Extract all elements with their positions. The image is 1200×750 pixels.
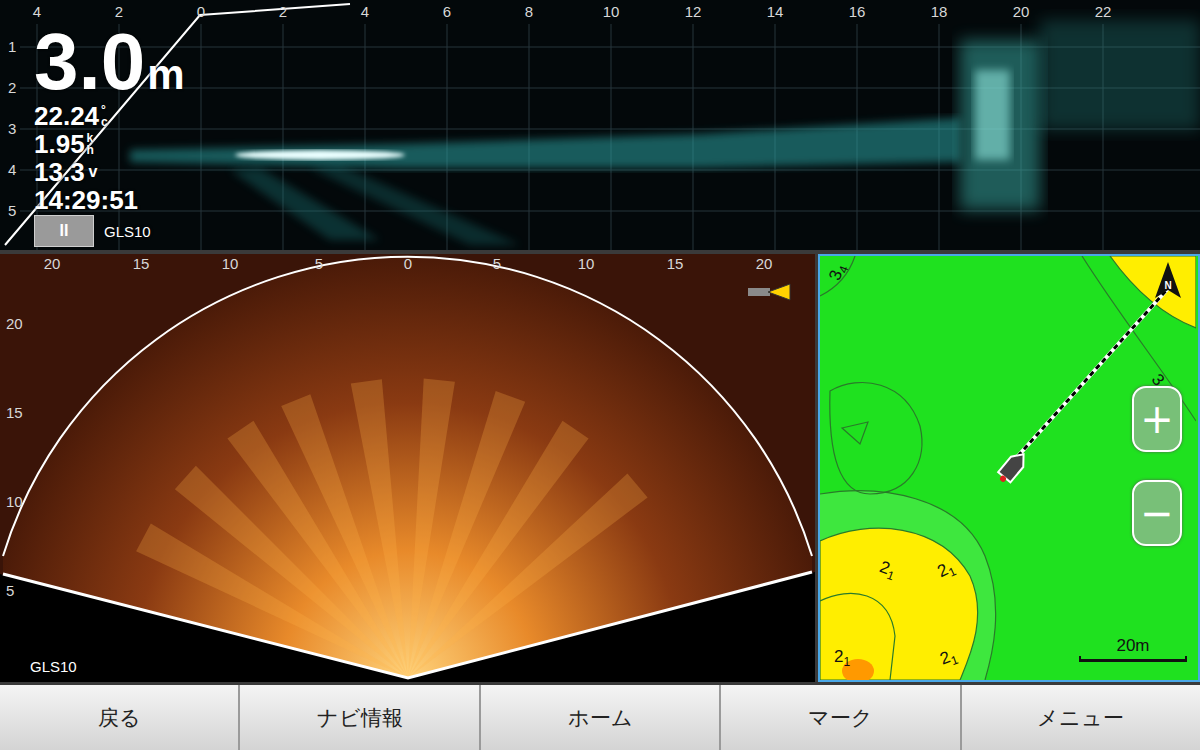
readouts: 3.0m22.24°c1.95kh13.3v14:29:51II GLS10: [34, 22, 185, 248]
map-panel: N343421212121+−20m: [818, 254, 1200, 682]
x-axis-tick: 16: [849, 3, 866, 20]
x-axis-tick: 12: [685, 3, 702, 20]
x-axis-tick: 5: [315, 255, 323, 272]
sonar-panel: 20 15 10 5 0 5 10 15 20 20 15 10 5 GLS10: [0, 254, 815, 682]
source-label: GLS10: [104, 223, 151, 240]
zoom-in-button[interactable]: +: [1132, 386, 1182, 452]
y-axis-tick: 4: [8, 161, 16, 178]
voltage-readout: 13.3v: [34, 158, 185, 186]
y-axis-tick: 2: [8, 79, 16, 96]
history-plot: 42024681012141618202212345: [0, 0, 1200, 250]
soft-key-button[interactable]: マーク: [721, 685, 961, 750]
x-axis-tick: 2: [115, 3, 123, 20]
x-axis-tick: 2: [279, 3, 287, 20]
x-axis-tick: 5: [493, 255, 501, 272]
boat-icon: [995, 449, 1030, 486]
x-axis-tick: 0: [404, 255, 412, 272]
temperature-readout: 22.24°c: [34, 102, 185, 130]
zoom-out-button[interactable]: −: [1132, 480, 1182, 546]
x-axis-tick: 14: [767, 3, 784, 20]
sonar-fan: 20 15 10 5 0 5 10 15 20 20 15 10 5 GLS10: [0, 254, 815, 682]
time-readout: 14:29:51: [34, 186, 185, 214]
x-axis-tick: 22: [1095, 3, 1112, 20]
y-axis-tick: 10: [6, 493, 23, 510]
x-axis-tick: 18: [931, 3, 948, 20]
x-axis-tick: 15: [667, 255, 684, 272]
soft-key-bar: 戻るナビ情報ホームマークメニュー: [0, 685, 1200, 750]
x-axis-tick: 8: [525, 3, 533, 20]
pause-button[interactable]: II: [34, 215, 94, 247]
transducer-icon: [748, 284, 790, 300]
y-axis-tick: 3: [8, 120, 16, 137]
x-axis-tick: 4: [33, 3, 41, 20]
soft-key-button[interactable]: 戻る: [0, 685, 240, 750]
x-axis-tick: 15: [133, 255, 150, 272]
x-axis-tick: 20: [756, 255, 773, 272]
contour-label: 34: [825, 261, 851, 284]
soft-key-button[interactable]: メニュー: [962, 685, 1200, 750]
source-label: GLS10: [30, 658, 77, 675]
y-axis-tick: 1: [8, 38, 16, 55]
y-axis-tick: 15: [6, 404, 23, 421]
depth-readout: 3.0m: [34, 22, 185, 102]
contour-label: 21: [876, 557, 899, 583]
x-axis-tick: 10: [603, 3, 620, 20]
svg-text:N: N: [1164, 280, 1171, 291]
x-axis-tick: 6: [443, 3, 451, 20]
speed-readout: 1.95kh: [34, 130, 185, 158]
y-axis-tick: 20: [6, 315, 23, 332]
y-axis-tick: 5: [6, 582, 14, 599]
contour-label: 21: [937, 645, 960, 671]
north-arrow-icon: N: [1155, 262, 1181, 298]
x-axis-tick: 10: [578, 255, 595, 272]
x-axis-tick: 20: [44, 255, 61, 272]
map-chart[interactable]: N343421212121: [820, 256, 1196, 680]
soft-key-button[interactable]: ホーム: [481, 685, 721, 750]
history-panel: 420246810121416182022123453.0m22.24°c1.9…: [0, 0, 1200, 250]
y-axis-tick: 5: [8, 202, 16, 219]
x-axis-tick: 4: [361, 3, 369, 20]
x-axis-tick: 10: [222, 255, 239, 272]
fish-finder-screen: 420246810121416182022123453.0m22.24°c1.9…: [0, 0, 1200, 750]
x-axis-tick: 0: [197, 3, 205, 20]
soft-key-button[interactable]: ナビ情報: [240, 685, 480, 750]
x-axis-tick: 20: [1013, 3, 1030, 20]
scale-bar: 20m: [1078, 636, 1188, 662]
contour-label: 21: [834, 647, 850, 669]
contour-label: 21: [934, 557, 958, 584]
